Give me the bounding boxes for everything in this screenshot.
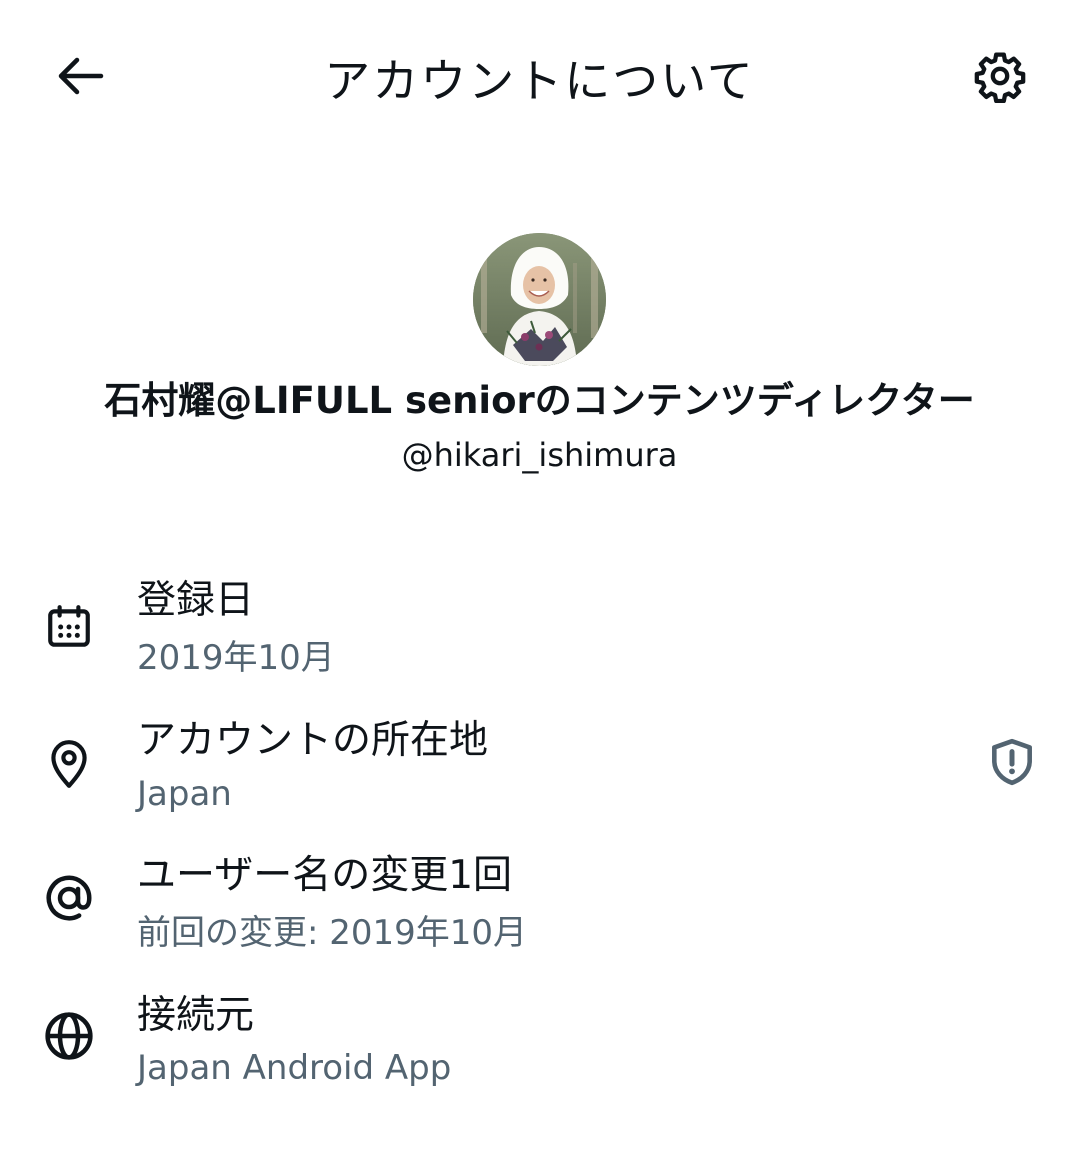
connected-via-value: Japan Android App [137, 1048, 452, 1088]
top-app-bar: アカウントについて [0, 0, 1079, 160]
at-sign-icon [46, 875, 92, 921]
username-handle: @hikari_ishimura [401, 436, 678, 474]
calendar-icon [48, 605, 90, 647]
page-title: アカウントについて [324, 54, 755, 108]
location-value: Japan [137, 774, 232, 814]
globe-icon-wrap [38, 1005, 100, 1067]
joined-date: 2019年10月 [137, 638, 335, 678]
at-sign-icon-wrap [38, 867, 100, 929]
gear-icon [974, 52, 1026, 103]
calendar-icon-wrap [38, 596, 100, 658]
avatar[interactable] [473, 233, 606, 366]
shield-alert-icon [992, 738, 1032, 786]
location-pin-icon [51, 740, 87, 788]
connected-via-label: 接続元 [137, 993, 255, 1038]
location-pin-icon-wrap [38, 732, 100, 794]
location-info-button[interactable] [980, 730, 1044, 794]
username-last-change: 前回の変更: 2019年10月 [137, 913, 528, 953]
info-row-joined: 登録日 2019年10月 [0, 570, 1079, 690]
globe-icon [45, 1012, 93, 1060]
location-label: アカウントの所在地 [137, 718, 489, 763]
info-row-username-changes: ユーザー名の変更1回 前回の変更: 2019年10月 [0, 845, 1079, 965]
joined-label: 登録日 [137, 578, 255, 623]
info-row-location: アカウントの所在地 Japan [0, 710, 1079, 830]
username-changes-label: ユーザー名の変更1回 [137, 853, 513, 898]
settings-button[interactable] [964, 40, 1036, 112]
avatar-image [473, 233, 606, 366]
display-name: 石村耀@LIFULL seniorのコンテンツディレクター [104, 379, 975, 422]
info-row-connected-via: 接続元 Japan Android App [0, 985, 1079, 1105]
